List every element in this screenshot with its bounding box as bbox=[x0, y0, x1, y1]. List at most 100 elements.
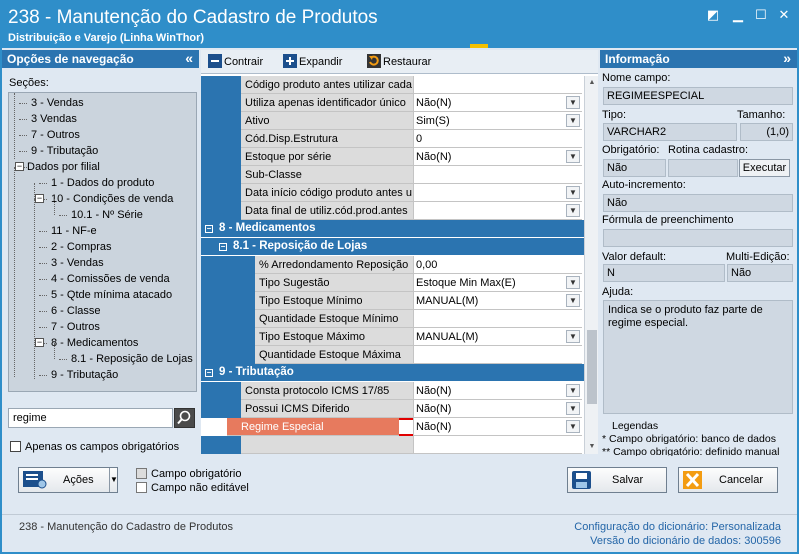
expand-panel-icon[interactable]: » bbox=[783, 50, 791, 66]
multi-edit-label: Multi-Edição: bbox=[726, 251, 790, 263]
property-row[interactable]: Código produto antes utilizar cada bbox=[201, 76, 584, 94]
actions-button[interactable]: Ações ▼ bbox=[18, 467, 118, 493]
collapse-category-icon[interactable]: − bbox=[219, 243, 227, 251]
close-icon[interactable]: ✕ bbox=[777, 8, 791, 22]
property-value[interactable] bbox=[413, 310, 582, 328]
collapse-category-icon[interactable]: − bbox=[205, 369, 213, 377]
tree-item[interactable]: 8.1 - Reposição de Lojas bbox=[71, 351, 193, 367]
property-row[interactable]: Ativo Sim(S) ▼ bbox=[201, 112, 584, 130]
chevron-down-icon[interactable]: ▼ bbox=[566, 384, 580, 397]
tree-item[interactable]: 6 - Classe bbox=[51, 303, 101, 319]
checkbox-box[interactable] bbox=[10, 441, 21, 452]
tree-item[interactable]: 8 - Medicamentos bbox=[51, 335, 138, 351]
property-row[interactable]: Tipo Estoque Máximo MANUAL(M) ▼ bbox=[201, 328, 584, 346]
actions-dropdown-icon[interactable]: ▼ bbox=[109, 468, 118, 492]
property-value[interactable]: Não(N) ▼ bbox=[413, 94, 582, 112]
tree-item[interactable]: 7 - Outros bbox=[31, 127, 80, 143]
property-row[interactable]: Possui ICMS Diferido Não(N) ▼ bbox=[201, 400, 584, 418]
property-value[interactable]: Sim(S) ▼ bbox=[413, 112, 582, 130]
property-value[interactable]: Não(N) ▼ bbox=[413, 148, 582, 166]
category-header[interactable]: −8 - Medicamentos bbox=[201, 220, 584, 237]
sections-tree[interactable]: 3 - Vendas 3 Vendas 7 - Outros 9 - Tributaç… bbox=[8, 92, 197, 392]
property-row[interactable]: Quantidade Estoque Máxima bbox=[201, 346, 584, 364]
property-value[interactable]: Não(N) ▼ bbox=[413, 418, 582, 436]
cancel-button[interactable]: Cancelar bbox=[678, 467, 778, 493]
property-row[interactable]: Tipo Sugestão Estoque Min Max(E) ▼ bbox=[201, 274, 584, 292]
property-value[interactable]: 0,00 bbox=[413, 256, 582, 274]
property-value[interactable]: ▼ bbox=[413, 184, 582, 202]
chevron-down-icon[interactable]: ▼ bbox=[566, 204, 580, 217]
property-row[interactable]: Data início código produto antes u ▼ bbox=[201, 184, 584, 202]
property-row[interactable]: Sub-Classe bbox=[201, 166, 584, 184]
property-row[interactable]: Tipo Estoque Mínimo MANUAL(M) ▼ bbox=[201, 292, 584, 310]
chevron-down-icon[interactable]: ▼ bbox=[566, 420, 580, 433]
property-row[interactable]: Consta protocolo ICMS 17/85 Não(N) ▼ bbox=[201, 382, 584, 400]
property-value[interactable]: Não(N) ▼ bbox=[413, 400, 582, 418]
category-header[interactable]: −9 - Tributação bbox=[201, 364, 584, 381]
tree-item[interactable]: 2 - Compras bbox=[51, 239, 112, 255]
tree-item[interactable]: 3 Vendas bbox=[31, 111, 77, 127]
property-value[interactable]: Não(N) ▼ bbox=[413, 382, 582, 400]
restore-button[interactable]: Restaurar bbox=[367, 54, 431, 70]
tree-expander-icon[interactable]: − bbox=[35, 338, 44, 347]
search-input[interactable]: regime bbox=[8, 408, 173, 428]
property-row[interactable]: Data final de utiliz.cód.prod.antes ▼ bbox=[201, 202, 584, 220]
tree-expander-icon[interactable]: − bbox=[15, 162, 24, 171]
tree-item[interactable]: 4 - Comissões de venda bbox=[51, 271, 170, 287]
size-label: Tamanho: bbox=[737, 109, 786, 121]
scroll-up-icon[interactable]: ▲ bbox=[585, 76, 599, 90]
tree-item[interactable]: 10 - Condições de venda bbox=[51, 191, 173, 207]
collapse-category-icon[interactable]: − bbox=[205, 225, 213, 233]
chevron-down-icon[interactable]: ▼ bbox=[566, 294, 580, 307]
tree-item[interactable]: 1 - Dados do produto bbox=[51, 175, 154, 191]
only-required-checkbox[interactable]: Apenas os campos obrigatórios bbox=[10, 441, 179, 453]
property-value[interactable] bbox=[413, 166, 582, 184]
property-row[interactable]: Utiliza apenas identificador único Não(N)… bbox=[201, 94, 584, 112]
property-row[interactable]: Regime Especial Não(N) ▼ bbox=[227, 418, 582, 436]
property-row[interactable]: Quantidade Estoque Mínimo bbox=[201, 310, 584, 328]
tree-item[interactable]: 9 - Tributação bbox=[31, 143, 98, 159]
minimize-icon[interactable]: ▁ bbox=[731, 8, 745, 22]
save-button[interactable]: Salvar bbox=[567, 467, 667, 493]
property-value[interactable]: MANUAL(M) ▼ bbox=[413, 292, 582, 310]
property-value[interactable]: Estoque Min Max(E) ▼ bbox=[413, 274, 582, 292]
chevron-down-icon[interactable]: ▼ bbox=[566, 150, 580, 163]
tree-item[interactable]: 11 - NF-e bbox=[51, 223, 97, 239]
tree-item[interactable]: 3 - Vendas bbox=[31, 95, 84, 111]
search-button[interactable] bbox=[174, 408, 195, 428]
property-row[interactable]: Cód.Disp.Estrutura 0 bbox=[201, 130, 584, 148]
execute-button[interactable]: Executar bbox=[739, 159, 790, 177]
status-config: Configuração do dicionário: Personalizad… bbox=[574, 521, 781, 533]
chevron-down-icon[interactable]: ▼ bbox=[566, 276, 580, 289]
expand-button[interactable]: Expandir bbox=[283, 54, 342, 70]
chevron-down-icon[interactable]: ▼ bbox=[566, 186, 580, 199]
category-header[interactable]: −8.1 - Reposição de Lojas bbox=[201, 238, 584, 255]
chevron-down-icon[interactable]: ▼ bbox=[566, 96, 580, 109]
property-row[interactable]: Estoque por série Não(N) ▼ bbox=[201, 148, 584, 166]
property-row[interactable]: % Arredondamento Reposição 0,00 bbox=[201, 256, 584, 274]
autoinc-label: Auto-incremento: bbox=[602, 179, 686, 191]
actions-label: Ações bbox=[63, 474, 94, 486]
property-value[interactable] bbox=[413, 76, 582, 94]
scroll-thumb[interactable] bbox=[587, 330, 597, 404]
tree-item[interactable]: 5 - Qtde mínima atacado bbox=[51, 287, 172, 303]
tree-item[interactable]: 7 - Outros bbox=[51, 319, 100, 335]
property-value[interactable]: 0 bbox=[413, 130, 582, 148]
chevron-down-icon[interactable]: ▼ bbox=[566, 114, 580, 127]
restore-window-icon[interactable]: ◩ bbox=[706, 8, 720, 22]
grid-scrollbar[interactable]: ▲ ▼ bbox=[584, 76, 598, 454]
chevron-down-icon[interactable]: ▼ bbox=[566, 330, 580, 343]
tree-item[interactable]: 3 - Vendas bbox=[51, 255, 104, 271]
scroll-down-icon[interactable]: ▼ bbox=[585, 440, 599, 454]
tree-expander-icon[interactable]: − bbox=[35, 194, 44, 203]
collapse-button[interactable]: Contrair bbox=[208, 54, 263, 70]
property-value[interactable]: MANUAL(M) ▼ bbox=[413, 328, 582, 346]
maximize-icon[interactable]: ☐ bbox=[754, 8, 768, 22]
tree-item[interactable]: 9 - Tributação bbox=[51, 367, 118, 383]
collapse-panel-icon[interactable]: « bbox=[185, 50, 193, 66]
chevron-down-icon[interactable]: ▼ bbox=[566, 402, 580, 415]
property-value[interactable] bbox=[413, 346, 582, 364]
tree-item[interactable]: Dados por filial bbox=[27, 159, 100, 175]
property-value[interactable]: ▼ bbox=[413, 202, 582, 220]
tree-item[interactable]: 10.1 - Nº Série bbox=[71, 207, 143, 223]
